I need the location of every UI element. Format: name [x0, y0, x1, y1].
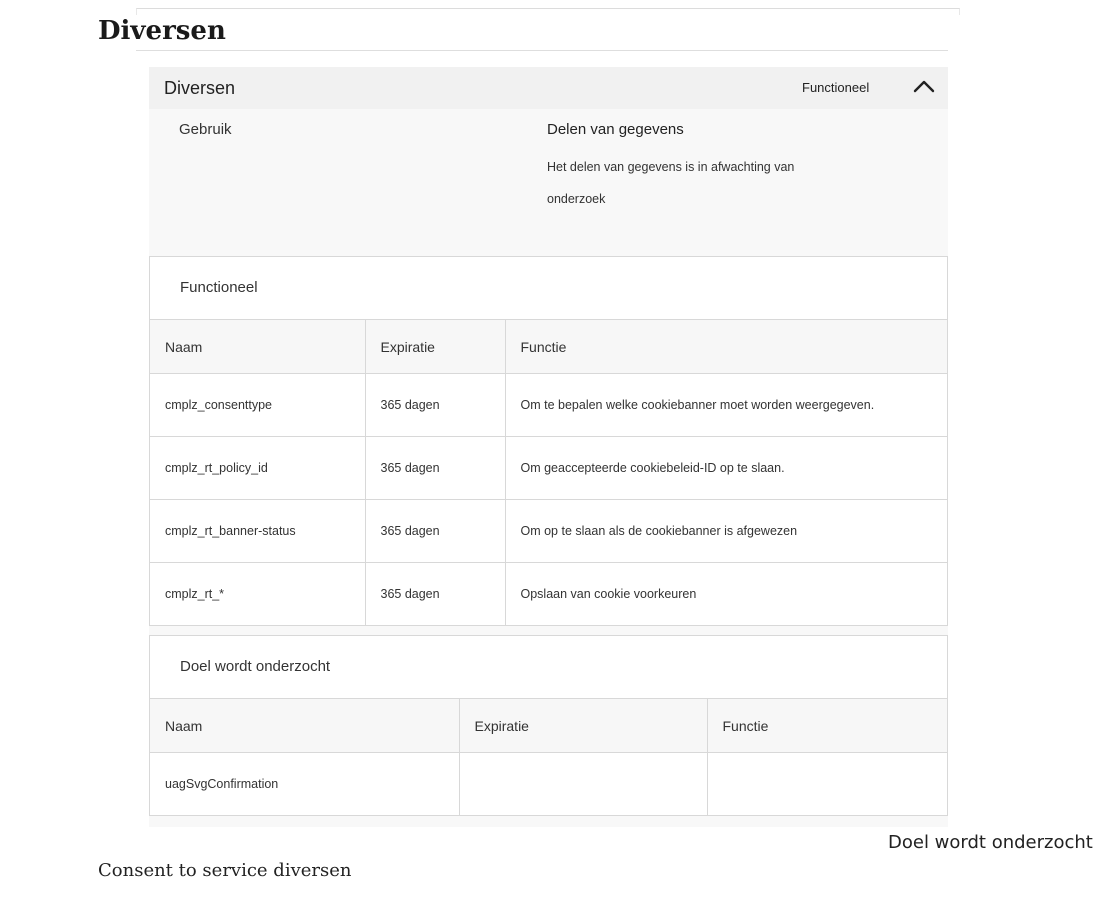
table-header-row: Naam Expiratie Functie [150, 699, 947, 753]
cookie-expiration: 365 dagen [365, 436, 506, 500]
service-panel: Diversen Functioneel Gebruik Delen van g… [149, 67, 948, 827]
table-header-row: Naam Expiratie Functie [150, 320, 947, 374]
outer-frame-top [136, 8, 960, 15]
data-sharing-text: Het delen van gegevens is in afwachting … [547, 160, 795, 206]
column-header-name: Naam [150, 699, 460, 753]
table-row: uagSvgConfirmation [150, 752, 947, 816]
functional-cookie-table: Naam Expiratie Functie cmplz_consenttype… [150, 320, 947, 625]
cookie-function: Opslaan van cookie voorkeuren [505, 562, 947, 625]
cookie-expiration: 365 dagen [365, 562, 506, 625]
investigated-section-title: Doel wordt onderzocht [150, 636, 947, 699]
service-status-label: Functioneel [802, 80, 870, 95]
cookie-name: cmplz_consenttype [150, 373, 366, 437]
purpose-under-investigation-label: Doel wordt onderzocht [888, 832, 1093, 853]
service-panel-header[interactable]: Diversen Functioneel [149, 67, 948, 109]
usage-label: Gebruik [179, 121, 232, 138]
cookie-function [707, 753, 947, 816]
cookie-expiration: 365 dagen [365, 499, 506, 563]
column-header-expiration: Expiratie [365, 320, 506, 374]
page-title: Diversen [98, 16, 226, 46]
table-row: cmplz_rt_* 365 dagen Opslaan van cookie … [150, 562, 947, 625]
column-header-function: Functie [505, 320, 947, 374]
investigated-cookie-section: Doel wordt onderzocht Naam Expiratie Fun… [149, 635, 948, 816]
cookie-name: cmplz_rt_* [150, 562, 366, 625]
column-header-function: Functie [707, 699, 947, 753]
table-row: cmplz_consenttype 365 dagen Om te bepale… [150, 373, 947, 437]
service-title: Diversen [164, 78, 236, 98]
cookie-function: Om geaccepteerde cookiebeleid-ID op te s… [505, 436, 947, 500]
table-row: cmplz_rt_banner-status 365 dagen Om op t… [150, 499, 947, 563]
functional-section-title: Functioneel [150, 257, 947, 320]
cookie-name: cmplz_rt_policy_id [150, 436, 366, 500]
cookie-expiration: 365 dagen [365, 373, 506, 437]
column-header-expiration: Expiratie [459, 699, 708, 753]
cookie-expiration [459, 752, 708, 815]
investigated-cookie-table: Naam Expiratie Functie uagSvgConfirmatio… [150, 699, 947, 815]
chevron-up-icon[interactable] [911, 75, 937, 99]
data-sharing-title: Delen van gegevens [547, 121, 684, 138]
title-divider [136, 50, 948, 51]
table-row: cmplz_rt_policy_id 365 dagen Om geaccept… [150, 436, 947, 500]
cookie-function: Om te bepalen welke cookiebanner moet wo… [520, 398, 875, 412]
cookie-name: cmplz_rt_banner-status [150, 499, 366, 563]
cookie-name: uagSvgConfirmation [150, 752, 460, 815]
functional-cookie-section: Functioneel Naam Expiratie Functie cmplz… [149, 256, 948, 626]
cookie-function: Om op te slaan als de cookiebanner is af… [505, 499, 947, 563]
column-header-name: Naam [150, 320, 366, 374]
consent-to-service-text: Consent to service diversen [98, 860, 352, 881]
